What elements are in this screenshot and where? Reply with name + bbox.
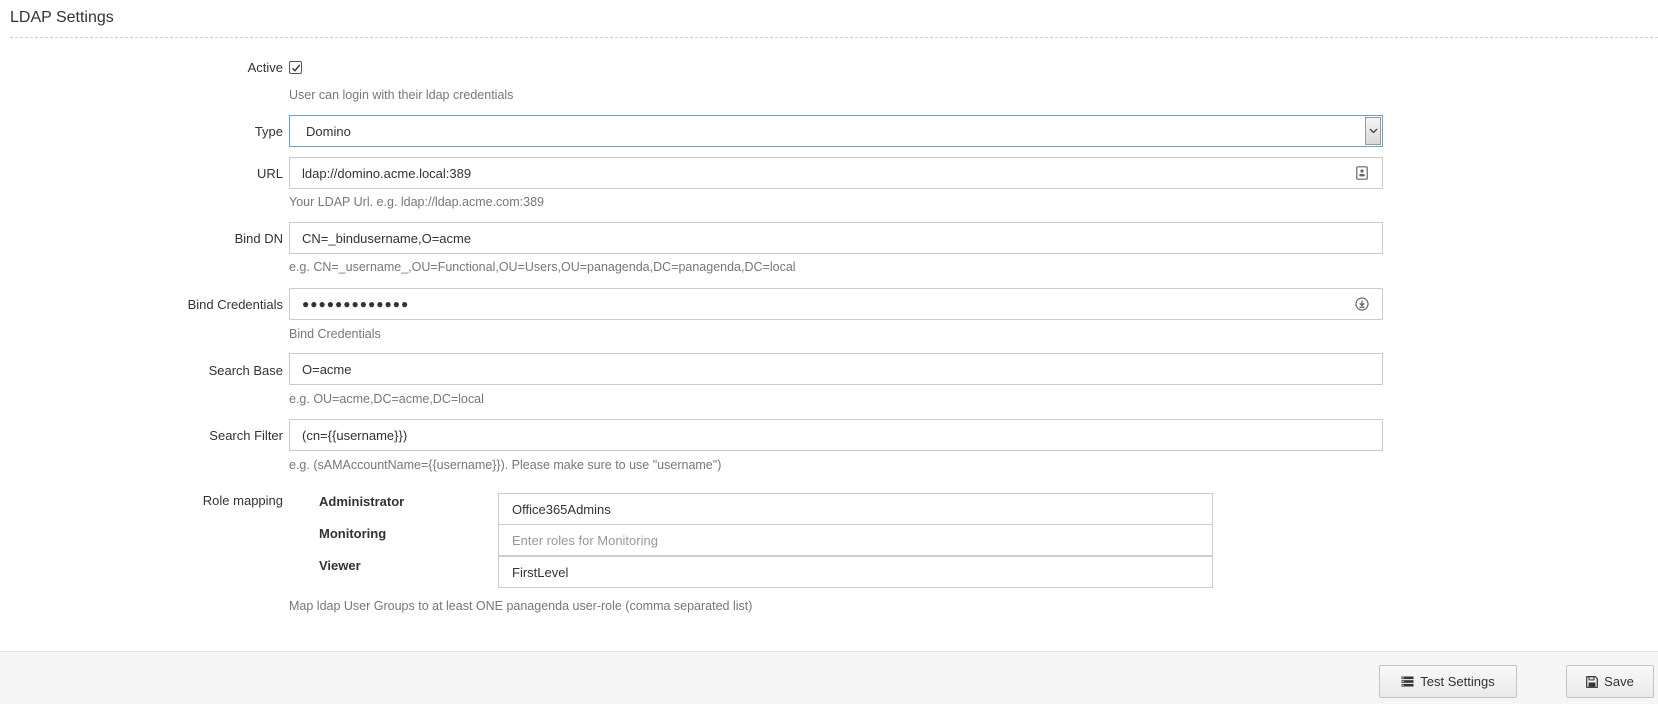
bind-credentials-input[interactable]: ●●●●●●●●●●●●●	[289, 288, 1383, 320]
role-name-viewer: Viewer	[319, 558, 361, 573]
test-settings-button[interactable]: Test Settings	[1379, 665, 1517, 698]
chevron-down-icon[interactable]	[1365, 117, 1381, 145]
search-base-label: Search Base	[208, 363, 283, 378]
search-base-value: O=acme	[302, 361, 352, 377]
bind-credentials-value: ●●●●●●●●●●●●●	[302, 297, 410, 311]
search-base-help: e.g. OU=acme,DC=acme,DC=local	[289, 392, 484, 406]
active-label: Active	[247, 60, 283, 75]
save-label: Save	[1604, 674, 1634, 689]
check-icon	[291, 63, 300, 72]
role-input-administrator[interactable]: Office365Admins	[498, 493, 1213, 525]
server-icon	[1401, 676, 1414, 687]
role-input-monitoring[interactable]: Enter roles for Monitoring	[498, 524, 1213, 556]
bind-dn-input[interactable]: CN=_bindusername,O=acme	[289, 222, 1383, 254]
ldap-settings-page: LDAP Settings Active User can login with…	[0, 0, 1658, 704]
type-label: Type	[254, 124, 283, 139]
type-select[interactable]: Domino	[289, 115, 1383, 147]
role-input-viewer-value: FirstLevel	[512, 564, 569, 580]
bind-credentials-help: Bind Credentials	[289, 327, 381, 341]
type-select-value: Domino	[306, 123, 351, 139]
url-help: Your LDAP Url. e.g. ldap://ldap.acme.com…	[289, 195, 545, 209]
role-input-viewer[interactable]: FirstLevel	[498, 556, 1213, 588]
page-title: LDAP Settings	[10, 9, 114, 26]
reveal-password-icon[interactable]	[1342, 297, 1382, 311]
contact-card-icon[interactable]	[1342, 166, 1382, 180]
role-name-monitoring: Monitoring	[319, 526, 387, 541]
bind-dn-label: Bind DN	[234, 231, 283, 246]
search-filter-value: (cn={{username}})	[302, 427, 408, 443]
url-label: URL	[256, 166, 283, 181]
bind-dn-help: e.g. CN=_username_,OU=Functional,OU=User…	[289, 260, 796, 274]
search-base-input[interactable]: O=acme	[289, 353, 1383, 385]
role-input-administrator-value: Office365Admins	[512, 501, 611, 517]
title-divider	[10, 37, 1658, 38]
active-help: User can login with their ldap credentia…	[289, 88, 514, 102]
url-input[interactable]: ldap://domino.acme.local:389	[289, 157, 1383, 189]
role-mapping-help: Map ldap User Groups to at least ONE pan…	[289, 599, 753, 613]
save-button[interactable]: Save	[1566, 665, 1654, 698]
search-filter-help: e.g. (sAMAccountName={{username}}). Plea…	[289, 458, 722, 472]
test-settings-label: Test Settings	[1420, 674, 1495, 689]
role-name-administrator: Administrator	[319, 494, 405, 509]
role-mapping-label: Role mapping	[202, 493, 283, 508]
url-input-value: ldap://domino.acme.local:389	[302, 165, 472, 181]
bind-credentials-label: Bind Credentials	[187, 297, 283, 312]
search-filter-input[interactable]: (cn={{username}})	[289, 419, 1383, 451]
bind-dn-value: CN=_bindusername,O=acme	[302, 230, 472, 246]
floppy-disk-icon	[1586, 675, 1599, 688]
search-filter-label: Search Filter	[209, 428, 283, 443]
active-checkbox[interactable]	[289, 61, 302, 74]
role-input-monitoring-placeholder: Enter roles for Monitoring	[512, 532, 658, 548]
